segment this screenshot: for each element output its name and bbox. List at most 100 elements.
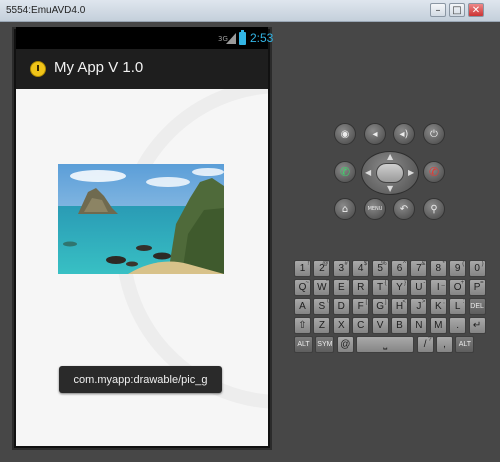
- key-4-1[interactable]: SYM: [315, 336, 335, 353]
- key-sublabel: &: [421, 261, 426, 267]
- key-1-2[interactable]: E ': [332, 279, 350, 296]
- power-button[interactable]: ⏻: [423, 123, 445, 145]
- key-label: U: [415, 282, 423, 293]
- key-0-1[interactable]: 2 @: [313, 260, 331, 277]
- key-label: ALT: [458, 341, 472, 348]
- key-3-1[interactable]: Z: [313, 317, 331, 334]
- space-key[interactable]: ⎵: [356, 336, 415, 353]
- dpad-center-button[interactable]: [376, 163, 404, 183]
- home-button[interactable]: ⌂: [334, 198, 356, 220]
- key-2-1[interactable]: S \: [313, 298, 331, 315]
- key-label: 4: [357, 263, 364, 274]
- window-titlebar: 5554:EmuAVD4.0 – □ ✕: [0, 0, 500, 22]
- key-sublabel: }: [403, 280, 406, 286]
- volume-up-button[interactable]: ◂): [393, 123, 415, 145]
- key-3-6[interactable]: N: [410, 317, 428, 334]
- key-2-6[interactable]: J >: [410, 298, 428, 315]
- key-0-3[interactable]: 4 $: [352, 260, 370, 277]
- key-1-3[interactable]: R: [352, 279, 370, 296]
- volume-down-button[interactable]: ◂: [364, 123, 386, 145]
- minimize-button[interactable]: –: [430, 3, 446, 17]
- key-1-6[interactable]: U-: [410, 279, 428, 296]
- key-2-7[interactable]: K;: [429, 298, 447, 315]
- key-2-0[interactable]: A: [294, 298, 311, 315]
- key-sublabel: (: [462, 261, 465, 267]
- key-3-3[interactable]: C: [352, 317, 370, 334]
- key-3-9[interactable]: ↵: [468, 317, 486, 334]
- key-1-0[interactable]: Q ~: [294, 279, 311, 296]
- action-bar: My App V 1.0: [16, 49, 268, 89]
- key-0-4[interactable]: 5%: [371, 260, 389, 277]
- key-sublabel: *: [442, 261, 445, 267]
- end-call-button[interactable]: ✆: [423, 161, 445, 183]
- key-2-5[interactable]: H <: [391, 298, 408, 315]
- key-sublabel: @: [322, 261, 329, 267]
- key-3-4[interactable]: V: [371, 317, 389, 334]
- key-1-1[interactable]: W ": [313, 279, 331, 296]
- key-sublabel: <: [402, 299, 406, 305]
- key-sublabel: {: [384, 280, 387, 286]
- key-2-3[interactable]: F[: [352, 298, 370, 315]
- key-0-5[interactable]: 6 ^: [391, 260, 408, 277]
- key-4-0[interactable]: ALT: [294, 336, 313, 353]
- key-3-8[interactable]: .: [449, 317, 467, 334]
- key-sublabel: :: [462, 299, 465, 305]
- key-label: 3: [338, 263, 345, 274]
- key-label: ,: [443, 339, 446, 350]
- key-2-4[interactable]: G]: [371, 298, 389, 315]
- key-label: T: [377, 282, 384, 293]
- key-0-0[interactable]: 1!: [294, 260, 311, 277]
- key-0-8[interactable]: 9(: [449, 260, 467, 277]
- key-label: 6: [396, 263, 403, 274]
- maximize-button[interactable]: □: [449, 3, 465, 17]
- search-button[interactable]: ⚲: [423, 198, 445, 220]
- key-2-9[interactable]: DEL: [468, 298, 486, 315]
- key-3-5[interactable]: B: [391, 317, 408, 334]
- dpad-left-icon[interactable]: ◀: [365, 168, 371, 177]
- dpad-up-icon[interactable]: ▲: [387, 152, 393, 161]
- key-label: F: [357, 301, 364, 312]
- key-1-4[interactable]: T{: [371, 279, 389, 296]
- key-2-2[interactable]: D: [332, 298, 350, 315]
- key-label: R: [357, 282, 365, 293]
- key-sublabel: =: [480, 280, 484, 286]
- dpad-right-icon[interactable]: ▶: [408, 168, 414, 177]
- clock-icon: [30, 61, 46, 77]
- call-button[interactable]: ✆: [334, 161, 356, 183]
- key-label: E: [337, 282, 345, 293]
- key-3-2[interactable]: X: [332, 317, 350, 334]
- key-label: J: [416, 301, 422, 312]
- key-1-5[interactable]: Y}: [391, 279, 408, 296]
- key-0-2[interactable]: 3 #: [332, 260, 350, 277]
- key-label: 8: [435, 263, 442, 274]
- key-3-7[interactable]: M: [429, 317, 447, 334]
- key-label: ALT: [297, 341, 310, 348]
- toast-message: com.myapp:drawable/pic_g: [59, 366, 222, 393]
- close-button[interactable]: ✕: [468, 3, 484, 17]
- camera-button[interactable]: ◉: [334, 123, 356, 145]
- key-3-0[interactable]: ⇧: [294, 317, 311, 334]
- hardware-keyboard: 1! 2 @3 #4 $5% 6 ^ 7 & 8 * 9(0) Q ~ W " E ' R T{Y} U - I _ O + P = A…: [290, 257, 490, 353]
- key-0-6[interactable]: 7 &: [410, 260, 428, 277]
- key-sublabel: ?: [428, 337, 432, 343]
- dpad-down-icon[interactable]: ▼: [387, 184, 393, 193]
- beach-image[interactable]: [58, 164, 224, 274]
- back-button[interactable]: ↶: [393, 198, 415, 220]
- key-1-8[interactable]: O +: [449, 279, 467, 296]
- key-label: S: [318, 301, 326, 312]
- key-1-9[interactable]: P =: [468, 279, 486, 296]
- key-label: Y: [396, 282, 403, 293]
- menu-button[interactable]: MENU: [364, 198, 386, 220]
- key-0-9[interactable]: 0): [468, 260, 486, 277]
- key-label: I: [436, 282, 440, 293]
- key-4-6[interactable]: ALT: [455, 336, 475, 353]
- key-4-4[interactable]: /?: [416, 336, 434, 353]
- key-4-5[interactable]: ,: [436, 336, 453, 353]
- key-sublabel: -: [423, 280, 426, 286]
- key-2-8[interactable]: L:: [449, 298, 467, 315]
- key-0-7[interactable]: 8 *: [429, 260, 447, 277]
- key-4-2[interactable]: @: [336, 336, 354, 353]
- key-1-7[interactable]: I _: [429, 279, 447, 296]
- key-sublabel: ): [481, 261, 484, 267]
- key-label: A: [299, 301, 306, 312]
